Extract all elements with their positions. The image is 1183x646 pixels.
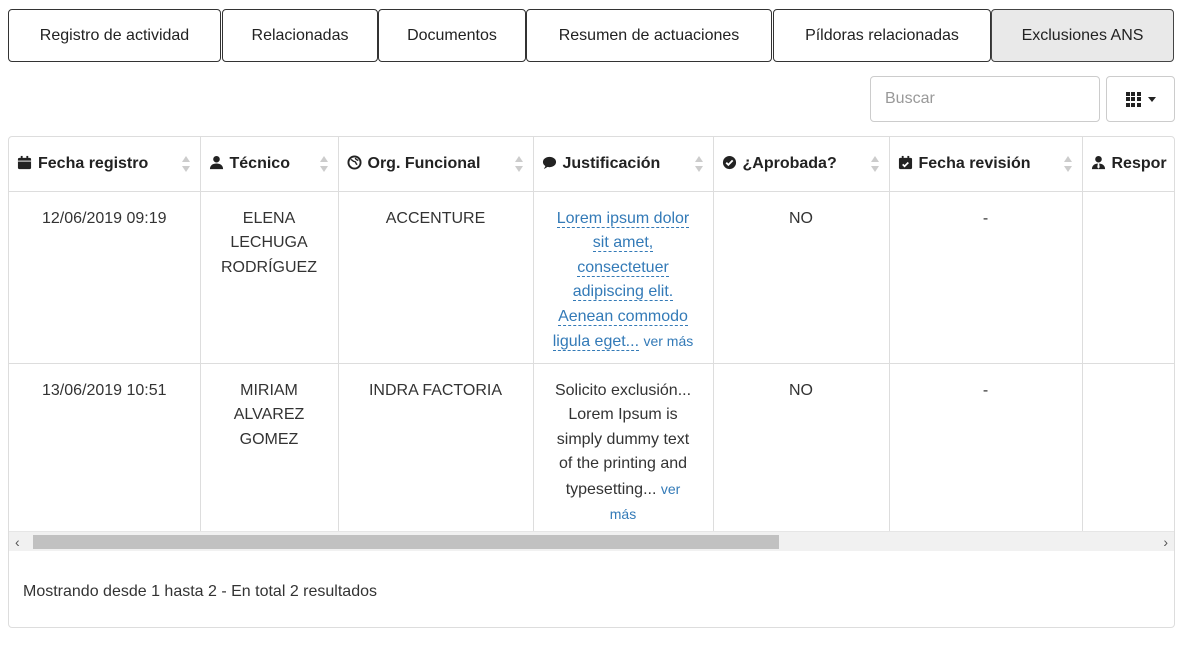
globe-icon	[346, 155, 362, 170]
tab-exclusiones-ans[interactable]: Exclusiones ANS	[991, 9, 1174, 62]
exclusions-table: Fecha registro Técnico Org. Funcional Ju…	[9, 137, 1174, 531]
justificacion-tooltip-link[interactable]: Lorem ipsum dolor	[556, 209, 690, 228]
tab-registro-actividad[interactable]: Registro de actividad	[8, 9, 221, 62]
chevron-down-icon	[1147, 96, 1156, 102]
sort-icon	[694, 156, 703, 172]
cell-org-funcional: INDRA FACTORIA	[338, 363, 534, 531]
cell-tecnico: ELENA LECHUGA RODRÍGUEZ	[200, 191, 339, 364]
horizontal-scrollbar[interactable]: ‹ ›	[9, 531, 1174, 551]
user-icon	[209, 155, 223, 169]
results-panel: Fecha registro Técnico Org. Funcional Ju…	[8, 136, 1175, 628]
scrollbar-thumb[interactable]	[33, 535, 779, 549]
tab-relacionadas[interactable]: Relacionadas	[222, 9, 378, 62]
cell-aprobada: NO	[713, 363, 890, 531]
cell-fecha-revision: -	[889, 191, 1083, 364]
cell-responsable	[1082, 363, 1174, 531]
table-row: 13/06/2019 10:51 MIRIAM ALVAREZ GOMEZ IN…	[9, 363, 1174, 531]
calendar-check-icon	[898, 155, 912, 169]
column-header-fecha-registro[interactable]: Fecha registro	[9, 137, 201, 192]
cell-org-funcional: ACCENTURE	[338, 191, 534, 364]
tab-documentos[interactable]: Documentos	[378, 9, 526, 62]
cell-fecha-revision: -	[889, 363, 1083, 531]
sort-icon	[319, 156, 328, 172]
column-header-justificacion[interactable]: Justificación	[533, 137, 714, 192]
scroll-left-icon[interactable]: ‹	[15, 534, 20, 550]
table-row: 12/06/2019 09:19 ELENA LECHUGA RODRÍGUEZ…	[9, 191, 1174, 364]
user-tie-icon	[1091, 155, 1105, 169]
sort-icon	[870, 156, 879, 172]
column-header-org-funcional[interactable]: Org. Funcional	[338, 137, 534, 192]
cell-tecnico: MIRIAM ALVAREZ GOMEZ	[200, 363, 339, 531]
calendar-icon	[17, 155, 32, 169]
column-header-tecnico[interactable]: Técnico	[200, 137, 339, 192]
search-input[interactable]: Buscar	[870, 76, 1100, 122]
cell-justificacion: Lorem ipsum dolor sit amet, consectetuer…	[533, 191, 714, 364]
table-header-row: Fecha registro Técnico Org. Funcional Ju…	[9, 137, 1174, 192]
cell-justificacion: Solicito exclusión... Lorem Ipsum is sim…	[533, 363, 714, 531]
sort-icon	[1063, 156, 1072, 172]
column-header-responsable[interactable]: Respor	[1082, 137, 1174, 192]
tab-resumen-actuaciones[interactable]: Resumen de actuaciones	[526, 9, 772, 62]
cell-aprobada: NO	[713, 191, 890, 364]
scroll-right-icon[interactable]: ›	[1163, 534, 1168, 550]
column-header-fecha-revision[interactable]: Fecha revisión	[889, 137, 1083, 192]
table-scroll-area[interactable]: Fecha registro Técnico Org. Funcional Ju…	[9, 137, 1174, 531]
cell-fecha-registro: 13/06/2019 10:51	[9, 363, 201, 531]
comment-icon	[542, 156, 556, 169]
pagination-summary: Mostrando desde 1 hasta 2 - En total 2 r…	[23, 583, 377, 600]
sort-icon	[181, 156, 190, 172]
tab-pildoras-relacionadas[interactable]: Píldoras relacionadas	[773, 9, 991, 62]
grid-icon	[1125, 91, 1141, 107]
cell-responsable	[1082, 191, 1174, 364]
column-header-aprobada[interactable]: ¿Aprobada?	[713, 137, 890, 192]
check-circle-icon	[722, 155, 736, 169]
search-placeholder: Buscar	[885, 90, 935, 107]
ver-mas-link[interactable]: ver más	[643, 333, 693, 349]
columns-toggle-button[interactable]	[1106, 76, 1175, 122]
ver-mas-link[interactable]: ver	[661, 481, 680, 497]
ver-mas-link-continued[interactable]: más	[610, 506, 636, 522]
cell-fecha-registro: 12/06/2019 09:19	[9, 191, 201, 364]
sort-icon	[514, 156, 523, 172]
